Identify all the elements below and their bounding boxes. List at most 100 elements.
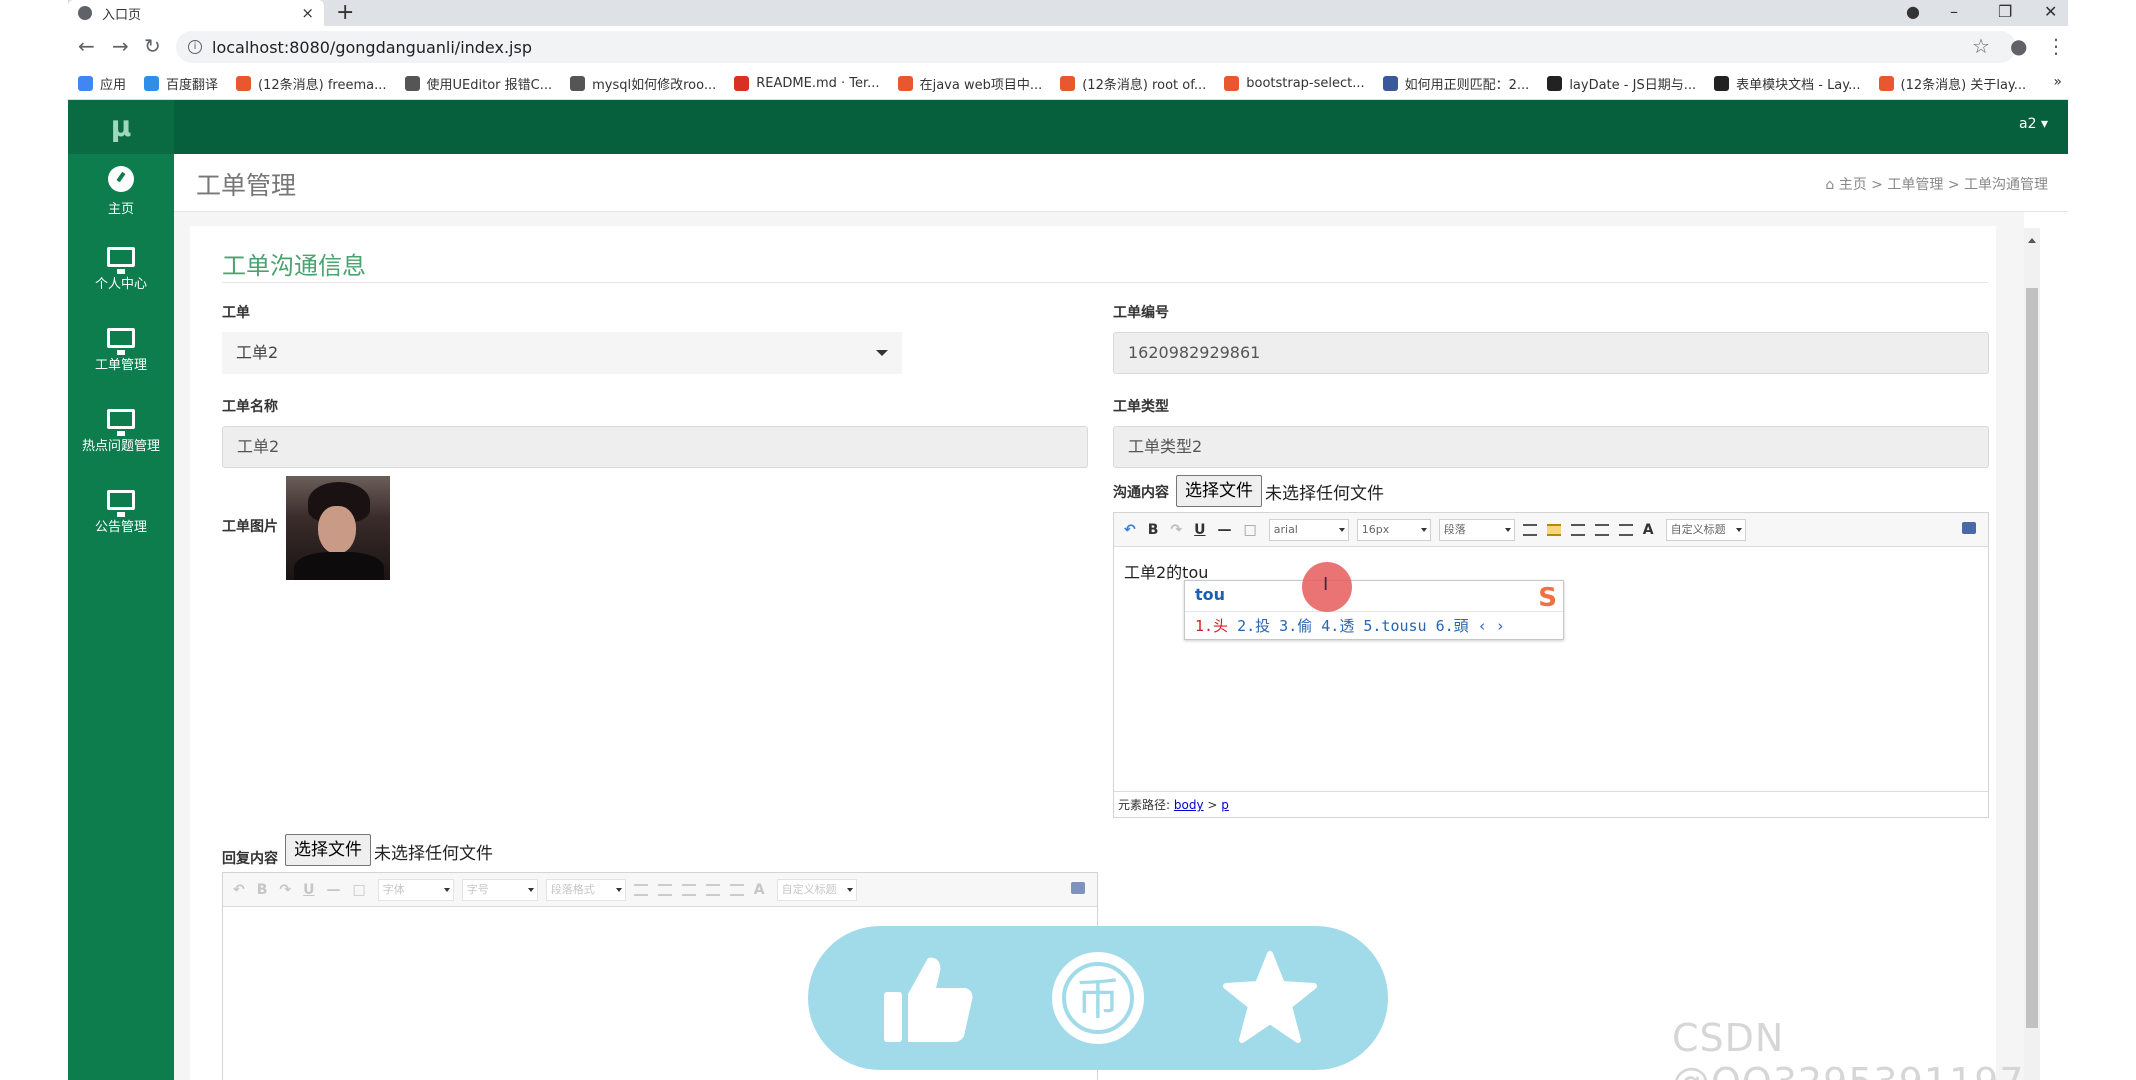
- bookmark-item[interactable]: 应用: [78, 74, 126, 93]
- bold-button[interactable]: B: [257, 882, 268, 898]
- horizontal-rule-button[interactable]: —: [1218, 522, 1232, 538]
- close-window-icon[interactable]: ✕: [2044, 0, 2057, 26]
- bookmark-item[interactable]: (12条消息) freema...: [236, 74, 387, 93]
- bookmark-item[interactable]: 如何用正则匹配：2...: [1382, 74, 1529, 93]
- order-type-field[interactable]: 工单类型2: [1113, 426, 1989, 468]
- restore-icon[interactable]: ❐: [1998, 0, 2012, 26]
- font-size-select[interactable]: 16px: [1356, 518, 1431, 541]
- url-input[interactable]: i localhost:8080/gongdanguanli/index.jsp: [176, 31, 2016, 63]
- order-no-field[interactable]: 1620982929861: [1113, 332, 1989, 374]
- undo-icon[interactable]: ↶: [1124, 522, 1136, 538]
- reload-icon[interactable]: ↻: [144, 34, 161, 58]
- page-scrollbar[interactable]: [2024, 228, 2040, 1080]
- horizontal-rule-button[interactable]: —: [327, 882, 341, 898]
- new-tab-button[interactable]: +: [336, 0, 354, 26]
- bookmark-item[interactable]: layDate - JS日期与...: [1547, 74, 1696, 93]
- back-icon[interactable]: ←: [78, 34, 95, 58]
- thumbs-up-icon[interactable]: [878, 950, 974, 1046]
- sidebar-item-notices[interactable]: 公告管理: [68, 478, 174, 559]
- fullscreen-icon[interactable]: [1962, 522, 1976, 534]
- undo-icon[interactable]: ↶: [233, 882, 245, 898]
- align-left-icon[interactable]: [1546, 523, 1561, 536]
- align-left-icon[interactable]: [657, 883, 672, 896]
- bold-button[interactable]: B: [1148, 522, 1159, 538]
- redo-icon[interactable]: ↷: [279, 882, 291, 898]
- bookmark-item[interactable]: 百度翻译: [144, 74, 218, 93]
- coin-icon[interactable]: 币: [1050, 950, 1146, 1046]
- underline-button[interactable]: U: [1194, 522, 1205, 538]
- bookmark-item[interactable]: (12条消息) 关于lay...: [1878, 74, 2026, 93]
- reply-file-button[interactable]: 选择文件: [285, 834, 371, 866]
- format-icon[interactable]: □: [1244, 522, 1257, 538]
- custom-title-select[interactable]: 自定义标题: [1665, 518, 1746, 541]
- element-path-separator: >: [1203, 798, 1222, 812]
- redo-icon[interactable]: ↷: [1170, 522, 1182, 538]
- sidebar-item-label: 个人中心: [94, 277, 147, 292]
- user-menu[interactable]: a2 ▾: [2019, 116, 2048, 132]
- font-size-select[interactable]: 字号: [461, 878, 538, 901]
- bookmark-item[interactable]: bootstrap-select...: [1224, 76, 1365, 91]
- bookmark-item[interactable]: (12条消息) root of...: [1060, 74, 1206, 93]
- info-icon[interactable]: i: [188, 40, 202, 54]
- paragraph-select[interactable]: 段落格式: [545, 878, 626, 901]
- font-family-select[interactable]: arial: [1268, 518, 1349, 541]
- order-image-label: 工单图片: [222, 519, 278, 535]
- bookmark-star-icon[interactable]: ☆: [1972, 34, 1990, 58]
- sidebar-item-home[interactable]: 主页: [68, 154, 174, 235]
- tab-close-icon[interactable]: ×: [301, 4, 314, 22]
- element-path-body[interactable]: body: [1174, 798, 1204, 812]
- fullscreen-icon[interactable]: [1071, 882, 1085, 894]
- minimize-icon[interactable]: –: [1950, 0, 1958, 26]
- profile-icon[interactable]: ●: [1906, 0, 1920, 26]
- bookmark-favicon-icon: [734, 76, 750, 91]
- forward-icon[interactable]: →: [112, 34, 129, 58]
- custom-title-select[interactable]: 自定义标题: [776, 878, 857, 901]
- bookmark-label: layDate - JS日期与...: [1569, 78, 1697, 93]
- more-bookmarks-icon[interactable]: »: [2053, 74, 2062, 90]
- bookmark-item[interactable]: README.md · Ter...: [734, 76, 880, 91]
- breadcrumb-text[interactable]: 主页 > 工单管理 > 工单沟通管理: [1839, 177, 2048, 193]
- app-logo[interactable]: μ: [68, 100, 174, 154]
- bookmark-favicon-icon: [1714, 76, 1730, 91]
- sidebar-item-hot-issues[interactable]: 热点问题管理: [68, 397, 174, 478]
- browser-tab[interactable]: 入口页 ×: [68, 0, 324, 26]
- align-center-icon[interactable]: [1570, 523, 1585, 536]
- font-color-button[interactable]: A: [754, 882, 765, 898]
- bookmark-item[interactable]: 在java web项目中...: [897, 74, 1042, 93]
- bookmark-favicon-icon: [78, 76, 93, 91]
- sidebar-item-profile[interactable]: 个人中心: [68, 235, 174, 316]
- account-icon[interactable]: ●: [2010, 34, 2027, 58]
- star-icon[interactable]: [1222, 950, 1318, 1046]
- align-justify-icon[interactable]: [729, 883, 744, 896]
- format-icon[interactable]: □: [353, 882, 366, 898]
- monitor-icon: [107, 490, 135, 517]
- table-icon[interactable]: [633, 883, 648, 896]
- paragraph-select[interactable]: 段落: [1438, 518, 1515, 541]
- underline-button[interactable]: U: [303, 882, 314, 898]
- bookmark-label: bootstrap-select...: [1246, 76, 1365, 91]
- align-right-icon[interactable]: [705, 883, 720, 896]
- bookmark-item[interactable]: 使用UEditor 报错C...: [404, 74, 552, 93]
- content-file-button[interactable]: 选择文件: [1176, 475, 1262, 507]
- font-color-button[interactable]: A: [1643, 522, 1654, 538]
- scroll-thumb[interactable]: [2026, 288, 2038, 1028]
- align-justify-icon[interactable]: [1618, 523, 1633, 536]
- order-select[interactable]: 工单2: [222, 332, 902, 374]
- reply-file-status: 未选择任何文件: [374, 844, 493, 864]
- ime-candidate-popup: tou S 1.头 2.投 3.偷 4.透 5.tousu 6.頭 ‹ ›: [1184, 580, 1564, 640]
- menu-icon[interactable]: ⋮: [2046, 34, 2066, 58]
- scroll-up-icon[interactable]: [2028, 238, 2036, 243]
- bookmark-item[interactable]: mysql如何修改roo...: [570, 74, 716, 93]
- align-right-icon[interactable]: [1594, 523, 1609, 536]
- sidebar-item-orders[interactable]: 工单管理: [68, 316, 174, 397]
- bookmark-favicon-icon: [236, 76, 252, 91]
- font-family-select[interactable]: 字体: [377, 878, 454, 901]
- element-path-p[interactable]: p: [1221, 798, 1229, 812]
- table-icon[interactable]: [1522, 523, 1537, 536]
- ime-candidates[interactable]: 1.头 2.投 3.偷 4.透 5.tousu 6.頭 ‹ ›: [1185, 611, 1563, 641]
- align-center-icon[interactable]: [681, 883, 696, 896]
- content-editor[interactable]: ↶ B ↷ U — □ arial 16px 段落 A 自定义标题 工单2的to…: [1113, 512, 1989, 818]
- bookmark-item[interactable]: 表单模块文档 - Lay...: [1714, 74, 1861, 93]
- order-name-field[interactable]: 工单2: [222, 426, 1088, 468]
- order-no-label: 工单编号: [1113, 305, 1169, 321]
